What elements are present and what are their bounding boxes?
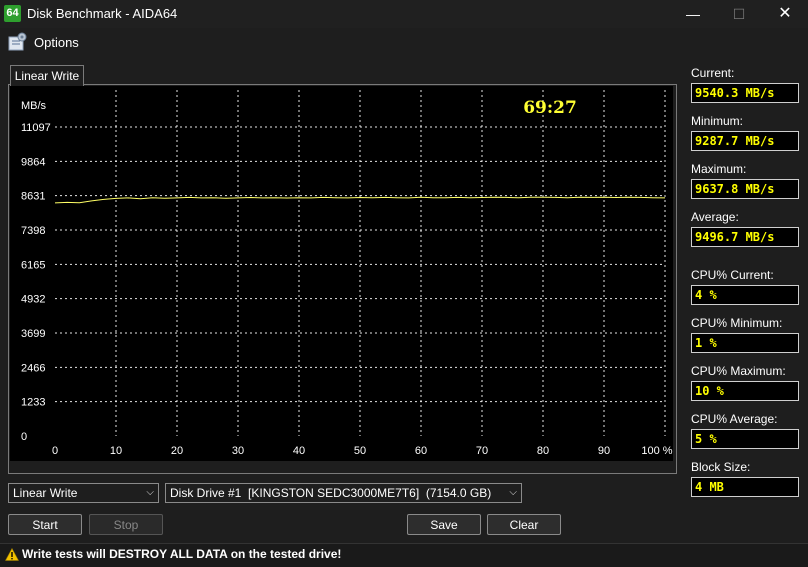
- stat-value: 5 %: [691, 429, 799, 449]
- x-tick-label: 20: [171, 445, 183, 457]
- x-tick-label: 80: [537, 445, 549, 457]
- y-tick-label: 0: [21, 431, 27, 443]
- y-tick-label: 1233: [21, 397, 45, 409]
- y-tick-label: 2466: [21, 362, 45, 374]
- x-tick-label: 10: [110, 445, 122, 457]
- y-tick-label: 11097: [21, 122, 51, 134]
- y-tick-label: 3699: [21, 328, 45, 340]
- y-tick-label: 7398: [21, 225, 45, 237]
- tab-linear-write[interactable]: Linear Write: [10, 65, 84, 86]
- y-tick-label: 9864: [21, 156, 45, 168]
- stat-label: Block Size:: [691, 460, 751, 474]
- drive-select-value: Disk Drive #1 [KINGSTON SEDC3000ME7T6] (…: [170, 486, 492, 500]
- benchmark-chart: 11097 9864 8631 7398 6165 4932 3699 2466 1233 0 0 1…: [10, 86, 673, 461]
- stat-value: 4 MB: [691, 477, 799, 497]
- warning-icon: [5, 548, 19, 561]
- drive-select[interactable]: Disk Drive #1 [KINGSTON SEDC3000ME7T6] (…: [165, 483, 522, 503]
- y-tick-label: 8631: [21, 191, 45, 203]
- stat-label: Average:: [691, 210, 739, 224]
- stat-value: 9496.7 MB/s: [691, 227, 799, 247]
- stat-value: 9540.3 MB/s: [691, 83, 799, 103]
- stat-label: Maximum:: [691, 162, 747, 176]
- stop-button[interactable]: Stop: [89, 514, 163, 535]
- start-button[interactable]: Start: [8, 514, 82, 535]
- stat-value: 4 %: [691, 285, 799, 305]
- stat-label: CPU% Minimum:: [691, 316, 783, 330]
- chevron-down-icon: ⌵: [146, 487, 154, 498]
- minimize-button[interactable]: —: [670, 0, 716, 28]
- test-mode-select[interactable]: Linear Write ⌵: [8, 483, 159, 503]
- clear-button[interactable]: Clear: [487, 514, 561, 535]
- stat-value: 9287.7 MB/s: [691, 131, 799, 151]
- x-tick-label: 30: [232, 445, 244, 457]
- stat-label: CPU% Maximum:: [691, 364, 786, 378]
- chart-background: [10, 86, 673, 461]
- options-icon[interactable]: [6, 31, 28, 53]
- stat-value: 10 %: [691, 381, 799, 401]
- x-tick-label: 70: [476, 445, 488, 457]
- stat-label: CPU% Average:: [691, 412, 778, 426]
- save-button[interactable]: Save: [407, 514, 481, 535]
- elapsed-timer: 69:27: [523, 98, 577, 118]
- x-tick-label: 50: [354, 445, 366, 457]
- x-tick-label: 40: [293, 445, 305, 457]
- maximize-button[interactable]: ☐: [716, 0, 762, 28]
- close-button[interactable]: ✕: [762, 0, 808, 28]
- options-menu[interactable]: Options: [34, 35, 79, 50]
- test-mode-value: Linear Write: [13, 486, 78, 500]
- y-tick-label: 4932: [21, 294, 45, 306]
- x-tick-label: 60: [415, 445, 427, 457]
- window-title: Disk Benchmark - AIDA64: [27, 6, 178, 21]
- y-tick-label: 6165: [21, 259, 45, 271]
- warning-message: Write tests will DESTROY ALL DATA on the…: [22, 547, 342, 561]
- y-axis-label: MB/s: [21, 100, 47, 112]
- stat-value: 9637.8 MB/s: [691, 179, 799, 199]
- app-icon: 64: [4, 5, 21, 22]
- stat-value: 1 %: [691, 333, 799, 353]
- stat-label: Current:: [691, 66, 735, 80]
- x-tick-label: 0: [52, 445, 58, 457]
- stat-label: CPU% Current:: [691, 268, 774, 282]
- x-tick-label: 90: [598, 445, 610, 457]
- x-tick-label: 100 %: [641, 445, 672, 457]
- chevron-down-icon: ⌵: [509, 487, 517, 498]
- stat-label: Minimum:: [691, 114, 744, 128]
